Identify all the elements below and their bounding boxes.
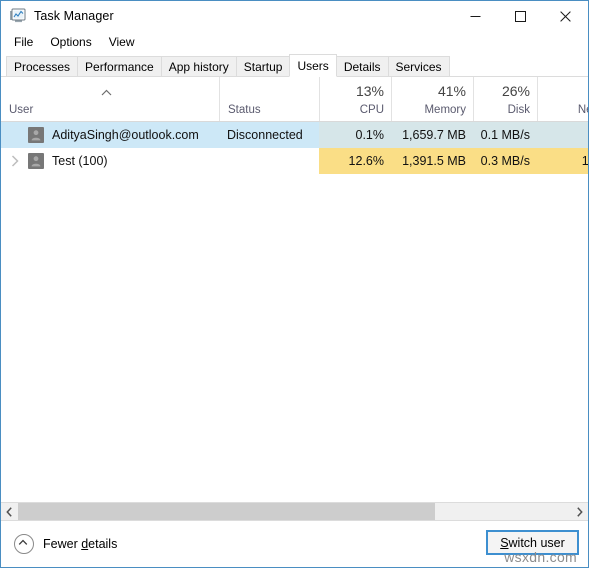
row-network: 1.9 Mb bbox=[537, 148, 588, 174]
row-disk: 0.1 MB/s bbox=[473, 122, 537, 148]
maximize-button[interactable] bbox=[498, 1, 543, 31]
tab-performance[interactable]: Performance bbox=[77, 56, 162, 77]
switch-user-label: witch user bbox=[508, 535, 565, 550]
fewer-details-text-before: Fewer bbox=[43, 537, 82, 551]
expand-chevron-icon[interactable] bbox=[6, 155, 24, 167]
row-network: 0 Mb bbox=[537, 122, 588, 148]
row-status bbox=[219, 148, 319, 174]
column-header-row: User Status 13% CPU 41% Memory 26% Disk … bbox=[1, 77, 588, 122]
close-button[interactable] bbox=[543, 1, 588, 31]
column-header-network-label: Network bbox=[577, 104, 588, 116]
row-cpu: 12.6% bbox=[319, 148, 391, 174]
row-disk: 0.3 MB/s bbox=[473, 148, 537, 174]
row-user-name: AdityaSingh@outlook.com bbox=[52, 128, 199, 142]
column-header-status-label: Status bbox=[228, 104, 261, 116]
user-avatar-icon bbox=[28, 127, 44, 143]
column-header-cpu-label: CPU bbox=[359, 104, 384, 116]
column-header-cpu[interactable]: 13% CPU bbox=[319, 77, 391, 121]
switch-user-button[interactable]: Switch user bbox=[486, 530, 579, 555]
cpu-total-percent: 13% bbox=[355, 83, 384, 99]
column-header-memory[interactable]: 41% Memory bbox=[391, 77, 473, 121]
memory-total-percent: 41% bbox=[437, 83, 466, 99]
column-header-disk-label: Disk bbox=[507, 104, 530, 116]
sort-ascending-icon bbox=[100, 84, 113, 96]
caption-buttons bbox=[453, 1, 588, 31]
fewer-details-text-after: etails bbox=[88, 537, 118, 551]
tab-startup[interactable]: Startup bbox=[235, 56, 291, 77]
row-user-name: Test (100) bbox=[52, 154, 108, 168]
users-grid: User Status 13% CPU 41% Memory 26% Disk … bbox=[1, 77, 588, 502]
tab-processes[interactable]: Processes bbox=[6, 56, 79, 77]
scrollbar-track[interactable] bbox=[18, 503, 571, 520]
chevron-left-icon bbox=[6, 506, 12, 517]
scroll-right-button[interactable] bbox=[571, 503, 588, 520]
column-header-user-label: User bbox=[9, 104, 34, 116]
row-cpu: 0.1% bbox=[319, 122, 391, 148]
disk-total-percent: 26% bbox=[501, 83, 530, 99]
row-memory: 1,391.5 MB bbox=[391, 148, 473, 174]
tab-strip: Processes Performance App history Startu… bbox=[1, 53, 588, 77]
tab-services[interactable]: Services bbox=[387, 56, 450, 77]
task-manager-window: Task Manager File Options View Processes… bbox=[0, 0, 589, 568]
fewer-details-label: Fewer details bbox=[43, 537, 117, 551]
minimize-icon bbox=[470, 15, 481, 17]
menu-item-file[interactable]: File bbox=[10, 33, 41, 52]
minimize-button[interactable] bbox=[453, 1, 498, 31]
column-header-network[interactable]: 0 Network bbox=[537, 77, 588, 121]
task-manager-icon bbox=[10, 8, 26, 24]
users-rows: AdityaSingh@outlook.com Disconnected 0.1… bbox=[1, 122, 588, 174]
chevron-up-circle-icon bbox=[14, 534, 34, 554]
user-avatar-icon bbox=[28, 153, 44, 169]
column-header-memory-label: Memory bbox=[424, 104, 466, 116]
fewer-details-button[interactable]: Fewer details bbox=[14, 534, 117, 554]
menu-item-view[interactable]: View bbox=[105, 33, 143, 52]
tab-details[interactable]: Details bbox=[335, 56, 389, 77]
users-pane: User Status 13% CPU 41% Memory 26% Disk … bbox=[1, 76, 588, 520]
close-icon bbox=[560, 10, 571, 22]
menu-item-options[interactable]: Options bbox=[46, 33, 99, 52]
scrollbar-thumb[interactable] bbox=[18, 503, 435, 520]
row-status: Disconnected bbox=[219, 122, 319, 148]
chevron-right-icon bbox=[577, 506, 583, 517]
tab-app-history[interactable]: App history bbox=[160, 56, 237, 77]
maximize-icon bbox=[515, 10, 526, 22]
title-bar: Task Manager bbox=[1, 1, 588, 31]
bottom-bar: Fewer details Switch user wsxdn.com bbox=[1, 520, 588, 567]
horizontal-scrollbar[interactable] bbox=[1, 502, 588, 520]
menu-bar: File Options View bbox=[1, 31, 588, 53]
column-header-status[interactable]: Status bbox=[219, 77, 319, 121]
switch-user-accel: S bbox=[500, 535, 509, 550]
tab-users[interactable]: Users bbox=[289, 54, 337, 77]
window-title: Task Manager bbox=[34, 9, 114, 23]
row-memory: 1,659.7 MB bbox=[391, 122, 473, 148]
table-row[interactable]: Test (100) 12.6% 1,391.5 MB 0.3 MB/s 1.9… bbox=[1, 148, 588, 174]
scroll-left-button[interactable] bbox=[1, 503, 18, 520]
column-header-disk[interactable]: 26% Disk bbox=[473, 77, 537, 121]
column-header-user[interactable]: User bbox=[1, 77, 219, 121]
table-row[interactable]: AdityaSingh@outlook.com Disconnected 0.1… bbox=[1, 122, 588, 148]
